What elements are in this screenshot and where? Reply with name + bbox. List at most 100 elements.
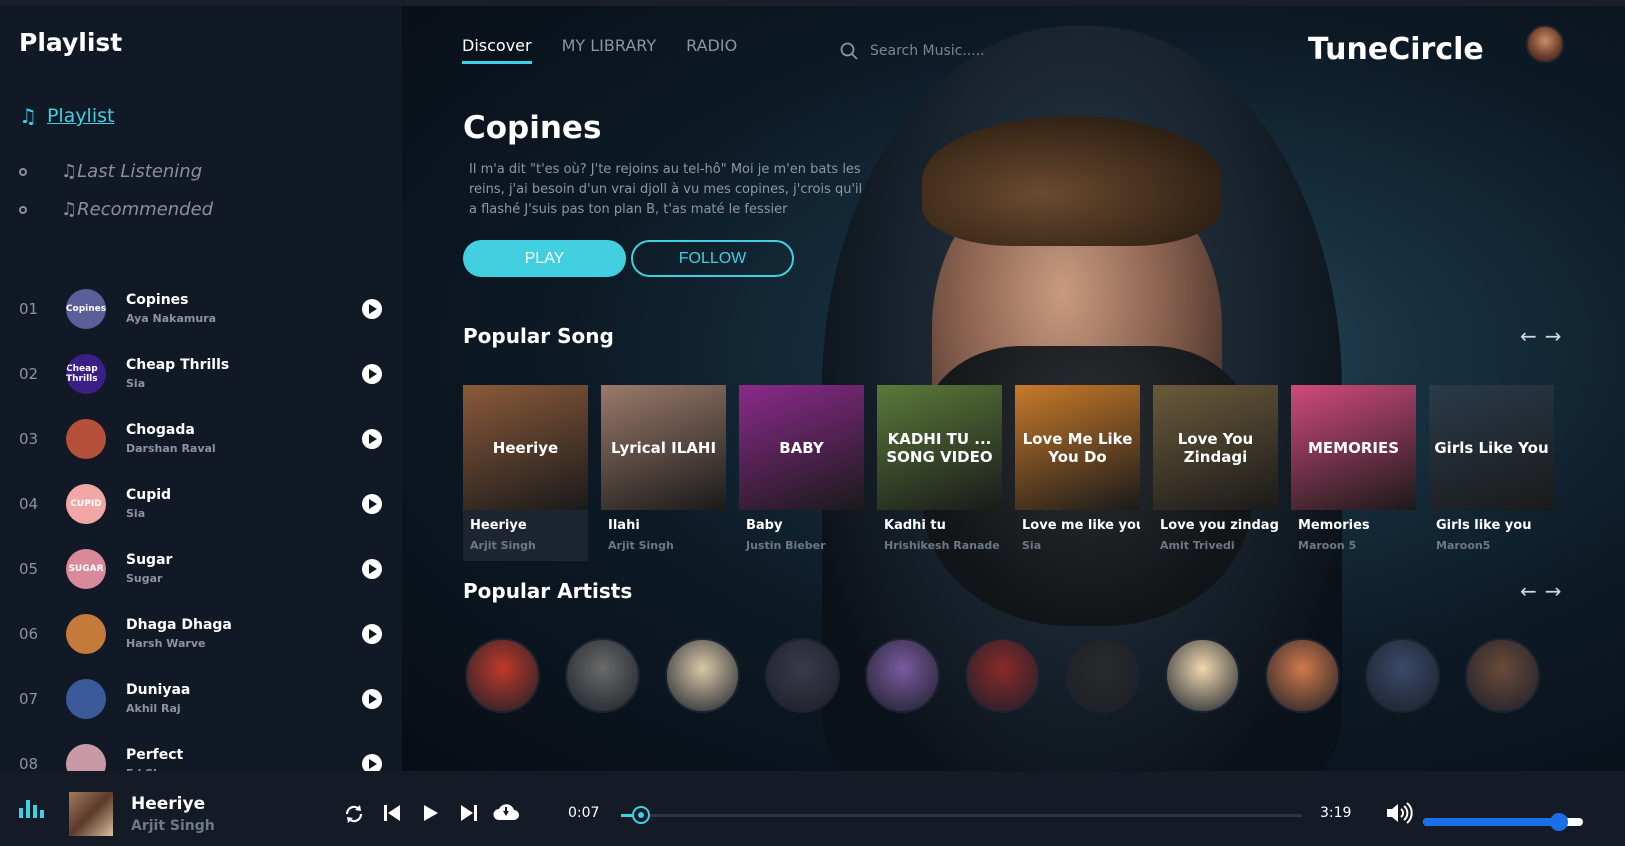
track-play-icon[interactable]: [362, 558, 382, 579]
total-time: 3:19: [1320, 805, 1352, 821]
sidebar-nav-label: ♫Recommended: [61, 199, 214, 220]
song-cover-text: Girls Like You: [1434, 438, 1549, 457]
top-nav: Discover MY LIBRARY RADIO: [462, 36, 737, 64]
track-meta: Chogada Darshan Raval: [126, 422, 216, 455]
download-cloud-icon[interactable]: [492, 801, 520, 823]
track-meta: Cheap Thrills Sia: [126, 357, 229, 390]
previous-icon[interactable]: [383, 803, 401, 823]
track-row[interactable]: 07 Duniyaa Akhil Raj: [0, 666, 402, 731]
sidebar-nav-last-listening[interactable]: ♫Last Listening: [19, 161, 202, 182]
track-meta: Sugar Sugar: [126, 552, 172, 585]
song-artist: Maroon5: [1436, 539, 1491, 552]
track-row[interactable]: 02 Cheap Thrills Cheap Thrills Sia: [0, 341, 402, 406]
search-bar: [840, 42, 1030, 60]
artist-avatar[interactable]: [1065, 638, 1140, 713]
song-card[interactable]: Heeriye Heeriye Arjit Singh: [463, 385, 588, 561]
track-row[interactable]: 03 Chogada Darshan Raval: [0, 406, 402, 471]
artist-avatar[interactable]: [465, 638, 540, 713]
artist-avatar[interactable]: [765, 638, 840, 713]
track-row[interactable]: 06 Dhaga Dhaga Harsh Warve: [0, 601, 402, 666]
track-play-icon[interactable]: [362, 623, 382, 644]
song-card[interactable]: Girls Like You Girls like you Maroon5: [1429, 385, 1554, 561]
track-number: 08: [19, 754, 39, 772]
track-number: 01: [19, 299, 39, 318]
song-card[interactable]: Lyrical ILAHI Ilahi Arjit Singh: [601, 385, 726, 561]
track-play-icon[interactable]: [362, 493, 382, 514]
track-cover-text: Copines: [66, 303, 106, 314]
artist-avatar[interactable]: [865, 638, 940, 713]
search-input[interactable]: [870, 43, 1030, 59]
equalizer-icon: [19, 798, 44, 818]
artist-avatar[interactable]: [1165, 638, 1240, 713]
sidebar-nav-playlist[interactable]: ♫ Playlist: [19, 104, 114, 128]
track-cover: CUPID: [66, 483, 106, 524]
track-meta: Copines Aya Nakamura: [126, 292, 216, 325]
artist-avatar[interactable]: [1465, 638, 1540, 713]
follow-button[interactable]: FOLLOW: [631, 240, 794, 277]
track-number: 03: [19, 429, 39, 448]
popular-artists-arrows: ← →: [1520, 579, 1562, 603]
volume-fill: [1423, 818, 1559, 826]
next-icon[interactable]: [460, 803, 478, 823]
song-card[interactable]: Love You Zindagi Love you zindagi Amit T…: [1153, 385, 1278, 561]
song-card[interactable]: MEMORIES Memories Maroon 5: [1291, 385, 1416, 561]
search-icon[interactable]: [840, 42, 858, 60]
artist-avatar[interactable]: [665, 638, 740, 713]
user-avatar[interactable]: [1526, 25, 1564, 63]
popular-artists-list: [465, 638, 1540, 713]
artist-avatar[interactable]: [1265, 638, 1340, 713]
song-artist: Maroon 5: [1298, 539, 1357, 552]
repeat-icon[interactable]: [343, 803, 365, 825]
arrow-right-icon[interactable]: →: [1545, 324, 1562, 348]
track-row[interactable]: 05 SUGAR Sugar Sugar: [0, 536, 402, 601]
tab-radio[interactable]: RADIO: [686, 36, 737, 64]
sidebar-nav-recommended[interactable]: ♫Recommended: [19, 199, 213, 220]
song-card[interactable]: Love Me Like You Do Love me like you ...…: [1015, 385, 1140, 561]
artist-avatar[interactable]: [1365, 638, 1440, 713]
volume-slider[interactable]: [1423, 813, 1583, 831]
progress-bar[interactable]: [621, 806, 1302, 824]
track-play-icon[interactable]: [362, 753, 382, 771]
volume-icon[interactable]: [1385, 801, 1413, 825]
arrow-right-icon[interactable]: →: [1545, 579, 1562, 603]
track-cover-text: CUPID: [70, 498, 102, 509]
artist-avatar[interactable]: [965, 638, 1040, 713]
song-cover-text: KADHI TU ... SONG VIDEO: [886, 429, 993, 466]
volume-knob[interactable]: [1550, 813, 1568, 831]
track-title: Perfect: [126, 747, 184, 763]
song-artist: Arjit Singh: [470, 539, 536, 552]
track-play-icon[interactable]: [362, 688, 382, 709]
track-row[interactable]: 01 Copines Copines Aya Nakamura: [0, 276, 402, 341]
arrow-left-icon[interactable]: ←: [1520, 324, 1537, 348]
track-number: 02: [19, 364, 39, 383]
song-cover: Love You Zindagi: [1153, 385, 1278, 510]
artist-avatar[interactable]: [565, 638, 640, 713]
track-artist: Sia: [126, 507, 146, 520]
song-cover-text: Lyrical ILAHI: [610, 438, 717, 457]
tab-discover[interactable]: Discover: [462, 36, 532, 64]
track-row[interactable]: 08 Perfect Ed Sheeran: [0, 731, 402, 771]
progress-knob[interactable]: [632, 806, 651, 824]
sidebar-title: Playlist: [19, 28, 123, 57]
track-number: 07: [19, 689, 39, 708]
song-card[interactable]: KADHI TU ... SONG VIDEO Kadhi tu Hrishik…: [877, 385, 1002, 561]
song-title: Love you zindagi: [1160, 518, 1278, 533]
track-play-icon[interactable]: [362, 363, 382, 384]
play-button[interactable]: PLAY: [463, 240, 626, 277]
current-time: 0:07: [568, 805, 600, 821]
song-artist: Arjit Singh: [608, 539, 674, 552]
song-card[interactable]: BABY Baby Justin Bieber: [739, 385, 864, 561]
track-play-icon[interactable]: [362, 298, 382, 319]
track-row[interactable]: 04 CUPID Cupid Sia: [0, 471, 402, 536]
song-artist: Sia: [1022, 539, 1042, 552]
track-cover-text: SUGAR: [68, 563, 104, 574]
song-title: Love me like you ...: [1022, 518, 1140, 533]
track-meta: Cupid Sia: [126, 487, 171, 520]
song-cover-text: BABY: [779, 438, 824, 457]
play-icon[interactable]: [422, 803, 440, 823]
song-cover: BABY: [739, 385, 864, 510]
arrow-left-icon[interactable]: ←: [1520, 579, 1537, 603]
song-artist: Hrishikesh Ranade: [884, 539, 1000, 552]
tab-my-library[interactable]: MY LIBRARY: [562, 36, 657, 64]
track-play-icon[interactable]: [362, 428, 382, 449]
